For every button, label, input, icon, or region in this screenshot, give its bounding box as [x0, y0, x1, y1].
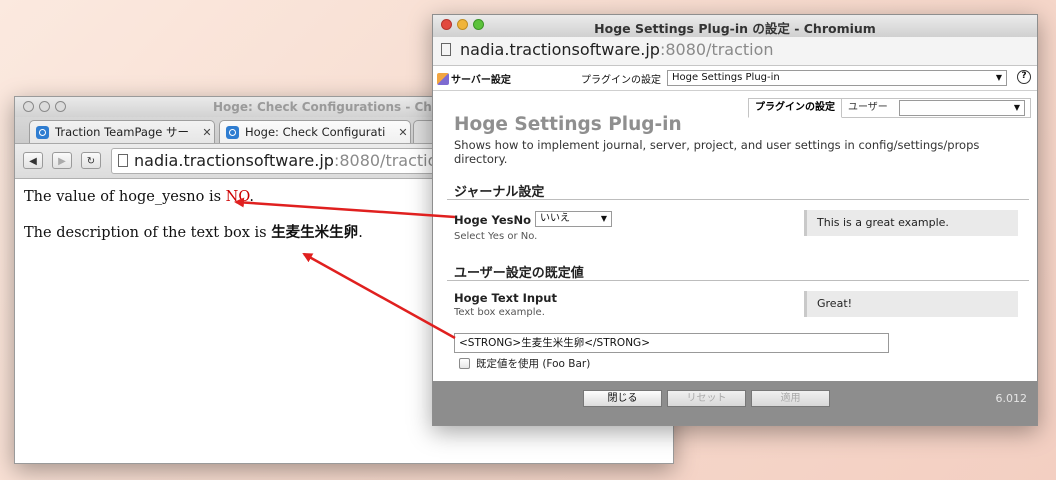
yesno-arrow	[234, 197, 456, 219]
text-input-arrow	[302, 252, 456, 340]
annotation-arrows	[234, 197, 456, 340]
